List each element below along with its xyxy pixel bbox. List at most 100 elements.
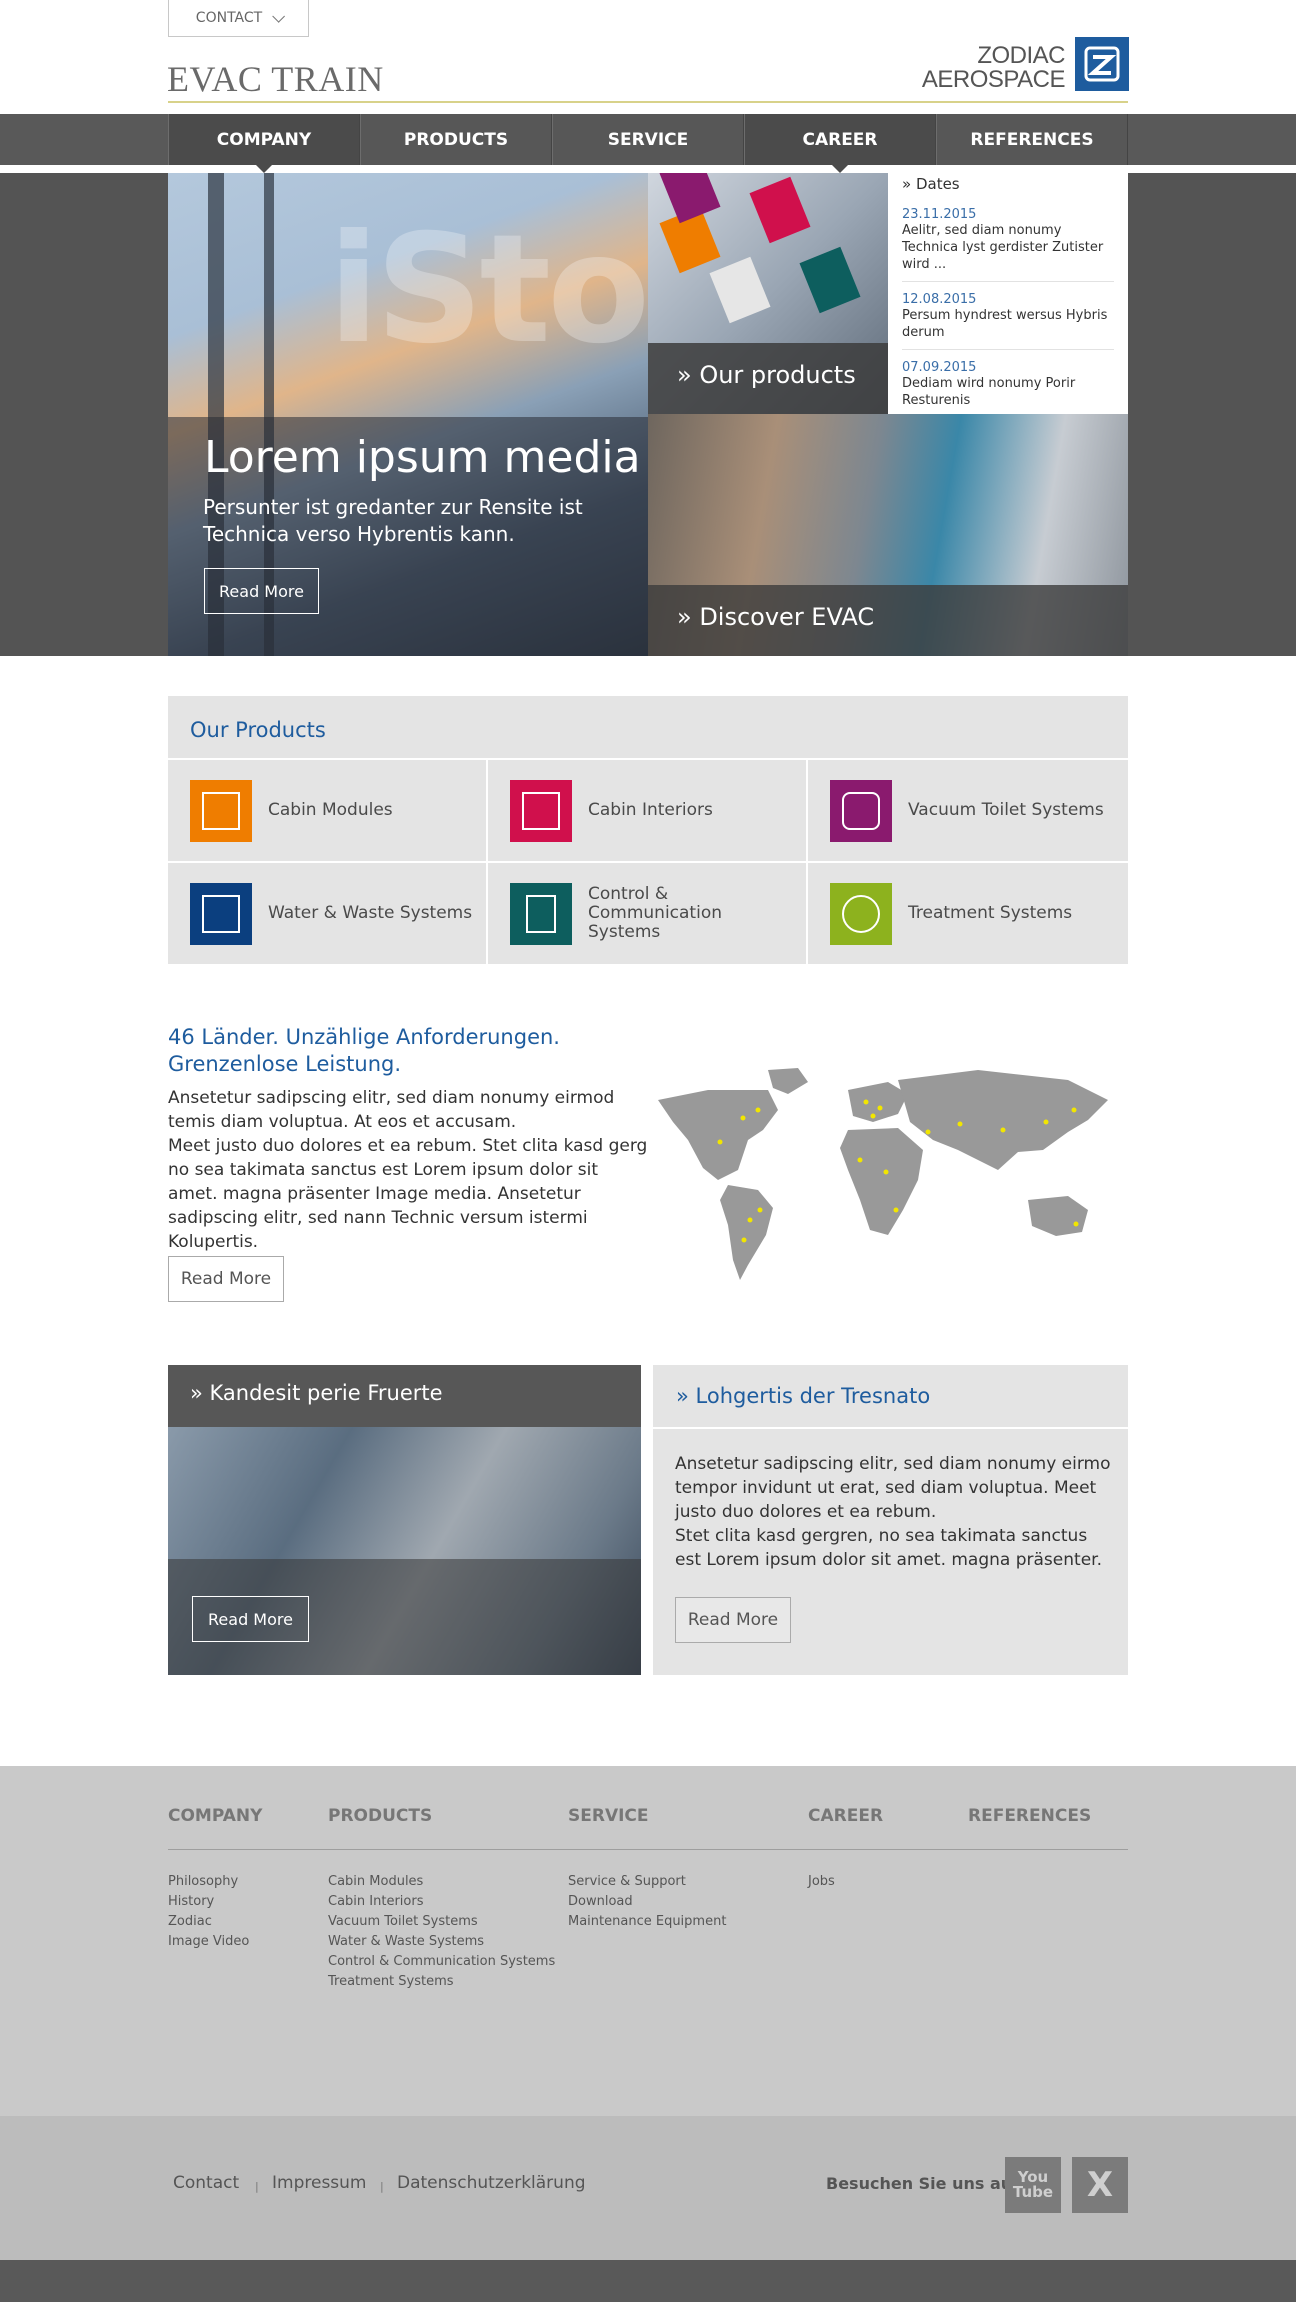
footer-column-company: COMPANY Philosophy History Zodiac Image … <box>168 1806 262 1952</box>
product-label: Cabin Interiors <box>588 800 713 820</box>
footer-link[interactable]: History <box>168 1892 262 1912</box>
world-read-more-button[interactable]: Read More <box>168 1256 284 1302</box>
product-control-communication-systems[interactable]: Control & Communication Systems <box>488 861 808 964</box>
xing-icon[interactable]: X <box>1072 2157 1128 2213</box>
hero-subtitle: Persunter ist gredanter zur Rensite ist … <box>203 495 583 546</box>
nav-item-company[interactable]: COMPANY <box>168 114 360 173</box>
panel-right-divider <box>653 1427 1128 1429</box>
product-treatment-systems[interactable]: Treatment Systems <box>808 861 1128 964</box>
world-heading: 46 Länder. Unzählige Anforderungen. Gren… <box>168 1025 560 1076</box>
date-entry[interactable]: 12.08.2015 Persum hyndrest wersus Hybris… <box>902 288 1114 350</box>
map-greenland <box>768 1068 808 1094</box>
world-text: Ansetetur sadipscing elitr, sed diam non… <box>168 1086 648 1254</box>
product-vacuum-toilet-systems[interactable]: Vacuum Toilet Systems <box>808 758 1128 861</box>
nav-item-career[interactable]: CAREER <box>744 114 936 173</box>
map-asia <box>898 1070 1108 1170</box>
header-divider <box>168 101 1128 103</box>
footer-link[interactable]: Service & Support <box>568 1872 726 1892</box>
product-cabin-modules[interactable]: Cabin Modules <box>168 758 488 861</box>
control-communication-icon <box>510 882 572 945</box>
youtube-icon[interactable]: You Tube <box>1005 2157 1061 2213</box>
product-label: Treatment Systems <box>908 903 1073 923</box>
footer-link[interactable]: Maintenance Equipment <box>568 1912 726 1932</box>
dates-box: » Dates 23.11.2015 Aelitr, sed diam nonu… <box>888 165 1128 414</box>
footer-contact-link[interactable]: Contact <box>173 2173 239 2193</box>
zodiac-aerospace-logo[interactable]: ZODIAC AEROSPACE <box>921 42 1066 93</box>
product-card-image <box>709 256 771 324</box>
footer-heading[interactable]: CAREER <box>808 1806 883 1826</box>
nav-label: COMPANY <box>216 129 312 150</box>
panel-right-paragraph-1: Ansetetur sadipscing elitr, sed diam non… <box>675 1454 1111 1522</box>
nav-item-products[interactable]: PRODUCTS <box>360 114 552 165</box>
footer-column-references: REFERENCES <box>968 1806 1091 1872</box>
panel-right-read-more-button[interactable]: Read More <box>675 1597 791 1643</box>
nav-item-service[interactable]: SERVICE <box>552 114 744 165</box>
date-entry[interactable]: 07.09.2015 Dediam wird nonumy Porir Rest… <box>902 356 1114 417</box>
water-waste-icon <box>190 882 252 945</box>
hero-read-more-button[interactable]: Read More <box>204 568 319 614</box>
contact-dropdown-button[interactable]: CONTACT <box>168 0 309 37</box>
footer-link[interactable]: Download <box>568 1892 726 1912</box>
panel-left-read-more-button[interactable]: Read More <box>192 1596 309 1642</box>
footer-link[interactable]: Water & Waste Systems <box>328 1932 555 1952</box>
footer-privacy-link[interactable]: Datenschutzerklärung <box>397 2173 586 2193</box>
youtube-line-2: Tube <box>1012 2183 1054 2201</box>
footer-separator: | <box>255 2180 259 2193</box>
footer-link[interactable]: Zodiac <box>168 1912 262 1932</box>
footer-link[interactable]: Vacuum Toilet Systems <box>328 1912 555 1932</box>
site-title[interactable]: EVAC TRAIN <box>167 58 384 100</box>
our-products-label[interactable]: » Our products <box>677 361 856 389</box>
panel-left-title[interactable]: » Kandesit perie Fruerte <box>168 1365 641 1427</box>
date-text: Persum hyndrest wersus Hybris derum <box>902 308 1108 340</box>
product-cabin-interiors[interactable]: Cabin Interiors <box>488 758 808 861</box>
zodiac-logo-icon[interactable] <box>1075 37 1129 91</box>
world-paragraph-2: Meet justo duo dolores et ea rebum. Stet… <box>168 1136 648 1252</box>
discover-evac-label[interactable]: » Discover EVAC <box>677 603 874 631</box>
nav-pointer <box>832 165 848 173</box>
map-south-america <box>720 1185 773 1280</box>
product-label: Cabin Modules <box>268 800 393 820</box>
footer-heading[interactable]: SERVICE <box>568 1806 726 1826</box>
footer-link[interactable]: Jobs <box>808 1872 883 1892</box>
footer-heading[interactable]: COMPANY <box>168 1806 262 1826</box>
date-entry[interactable]: 23.11.2015 Aelitr, sed diam nonumy Techn… <box>902 203 1114 282</box>
product-card-image <box>659 173 721 224</box>
vacuum-toilet-icon <box>830 779 892 842</box>
nav-label: SERVICE <box>607 129 689 150</box>
product-water-waste-systems[interactable]: Water & Waste Systems <box>168 861 488 964</box>
treatment-systems-icon <box>830 882 892 945</box>
date-text: Dediam wird nonumy Porir Resturenis <box>902 376 1076 408</box>
footer-heading[interactable]: REFERENCES <box>968 1806 1091 1826</box>
footer-link[interactable]: Philosophy <box>168 1872 262 1892</box>
product-label: Control & Communication Systems <box>588 884 722 942</box>
cabin-modules-icon <box>190 779 252 842</box>
footer-link[interactable]: Cabin Interiors <box>328 1892 555 1912</box>
footer-heading[interactable]: PRODUCTS <box>328 1806 555 1826</box>
footer-last-bar <box>0 2260 1296 2302</box>
footer-impressum-link[interactable]: Impressum <box>272 2173 367 2193</box>
footer-link[interactable]: Treatment Systems <box>328 1972 555 1992</box>
footer-separator: | <box>380 2180 384 2193</box>
visit-us-label: Besuchen Sie uns auf <box>826 2174 1020 2193</box>
cabin-interiors-icon <box>510 779 572 842</box>
map-north-america <box>658 1090 778 1180</box>
footer-link[interactable]: Image Video <box>168 1932 262 1952</box>
footer-link[interactable]: Control & Communication Systems <box>328 1952 555 1972</box>
nav-item-references[interactable]: REFERENCES <box>936 114 1128 165</box>
footer-link[interactable]: Cabin Modules <box>328 1872 555 1892</box>
map-australia <box>1028 1196 1088 1236</box>
footer-column-products: PRODUCTS Cabin Modules Cabin Interiors V… <box>328 1806 555 1992</box>
footer-divider <box>168 1849 1128 1850</box>
panel-right-title[interactable]: » Lohgertis der Tresnato <box>676 1384 930 1408</box>
product-label: Water & Waste Systems <box>268 903 473 923</box>
world-paragraph-1: Ansetetur sadipscing elitr, sed diam non… <box>168 1088 615 1132</box>
world-map <box>658 1068 1108 1280</box>
contact-label: CONTACT <box>195 10 263 26</box>
logo-line-1: ZODIAC <box>977 42 1065 69</box>
products-grid: Cabin Modules Cabin Interiors Vacuum Toi… <box>168 758 1128 964</box>
logo-line-2: AEROSPACE <box>921 66 1066 93</box>
nav-label: PRODUCTS <box>403 129 509 150</box>
panel-right-paragraph-2: Stet clita kasd gergren, no sea takimata… <box>675 1526 1102 1570</box>
date-text: Aelitr, sed diam nonumy Technica lyst ge… <box>902 223 1104 272</box>
xing-glyph: X <box>1086 2165 1114 2205</box>
